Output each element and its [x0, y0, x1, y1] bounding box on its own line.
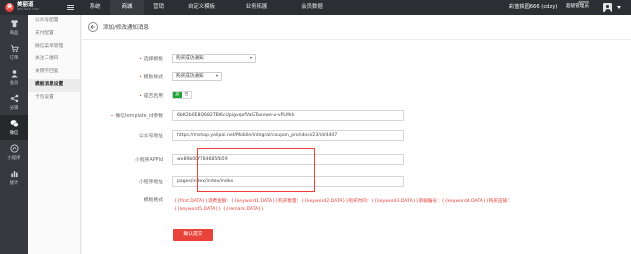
- sidebar-item-members[interactable]: 会员: [0, 65, 28, 90]
- public-url-input[interactable]: https://mshop.yolipai.net/Mobile/integra…: [172, 129, 404, 141]
- nav-item-member-data[interactable]: 会员数据: [283, 0, 341, 15]
- submenu-item-public-account-config[interactable]: 公众号配置: [28, 15, 80, 28]
- form-row-template-id: • 微信template_id参数 6bK2b0E8Q682TBl6cUpigvq…: [82, 108, 631, 122]
- logo-mark-icon: 美: [5, 3, 14, 12]
- page-header: 添加/修改通知消息: [82, 15, 631, 40]
- submenu-item-follow-qrcode[interactable]: 关注二维码: [28, 53, 80, 66]
- admin-role: 超级管理员: [566, 4, 589, 10]
- required-mark: •: [139, 56, 142, 62]
- sidebar-item-wechat-label: 微信: [9, 130, 19, 136]
- submenu-item-template-message[interactable]: 模板消息设置: [28, 78, 80, 92]
- sidebar-item-orders-label: 订单: [9, 55, 19, 61]
- arrow-left-icon: [90, 24, 95, 30]
- enabled-off-option[interactable]: 否: [181, 92, 191, 98]
- module-sidebar: 商品 订单 会员 分销 微信 小程序 统计: [0, 15, 28, 254]
- form-row-template: • 选择模板 购买成功通知: [82, 51, 631, 65]
- nav-item-custom-template[interactable]: 自定义模板: [173, 0, 230, 15]
- required-mark: •: [110, 113, 114, 119]
- public-url-label: 公众号地址: [139, 133, 163, 139]
- style-select-value: 购买成功通知: [176, 74, 204, 79]
- style-label: 模板样式: [143, 74, 163, 80]
- nav-item-system[interactable]: 系统: [80, 0, 110, 15]
- mini-url-label: 小程序地址: [139, 179, 163, 185]
- enabled-on-option[interactable]: 是: [173, 92, 182, 98]
- nav-item-mall[interactable]: 商城: [110, 0, 144, 15]
- form-row-style: • 模板样式 购买成功通知: [82, 69, 631, 83]
- submenu-item-wechat-menu[interactable]: 微信菜单管理: [28, 41, 80, 54]
- sidebar-item-statistics-label: 统计: [9, 180, 19, 186]
- mini-program-icon: [9, 144, 19, 153]
- cart-icon: [10, 45, 19, 53]
- sidebar-item-mini-program-label: 小程序: [7, 155, 21, 161]
- admin-info[interactable]: admin 超级管理员: [566, 0, 589, 10]
- nav-item-business[interactable]: 业务拓展: [230, 0, 283, 15]
- template-id-input[interactable]: 6bK2b0E8Q682TBl6cUpigvqxfVaGTaxvwe-u-vPL…: [172, 109, 404, 121]
- back-button[interactable]: [88, 22, 98, 32]
- template-label: 选择模板: [143, 56, 163, 62]
- required-mark: •: [139, 93, 142, 99]
- form-row-mini-url: 小程序地址 pages/index/index/index: [82, 174, 631, 188]
- sidebar-item-goods[interactable]: 商品: [0, 15, 28, 40]
- highlight-box: [197, 148, 315, 192]
- chevron-down-icon: [216, 75, 218, 77]
- form-row-mini-appid: 小程序APPId wx89b00f784685fb59: [82, 152, 631, 166]
- form-row-public-url: 公众号地址 https://mshop.yolipai.net/Mobile/i…: [82, 128, 631, 142]
- enabled-label: 是否启用: [143, 93, 163, 99]
- nav-item-marketing[interactable]: 营销: [144, 0, 173, 15]
- logo[interactable]: 美 美丽道 MEILIDAO.COM: [0, 0, 62, 15]
- mini-appid-label: 小程序APPId: [135, 157, 163, 163]
- sidebar-item-orders[interactable]: 订单: [0, 40, 28, 65]
- template-select-value: 购买成功通知: [176, 56, 204, 61]
- menu-toggle-icon[interactable]: [67, 0, 76, 15]
- submenu-item-keyword-reply[interactable]: 关键字回复: [28, 66, 80, 79]
- template-select[interactable]: 购买成功通知: [172, 53, 256, 63]
- submenu-item-card-settings[interactable]: 卡包设置: [28, 92, 80, 105]
- sidebar-item-members-label: 会员: [9, 80, 19, 86]
- logo-subtitle: MEILIDAO.COM: [17, 8, 39, 12]
- wechat-icon: [10, 120, 19, 128]
- main-content: 添加/修改通知消息 • 选择模板 购买成功通知 • 模板样式 购买成功通知 • 是否启…: [82, 15, 631, 254]
- chevron-down-icon: [250, 57, 252, 59]
- submenu-item-payment-config[interactable]: 支付配置: [28, 28, 80, 41]
- page-title: 添加/修改通知消息: [103, 25, 149, 31]
- sidebar-item-distribution[interactable]: 分销: [0, 90, 28, 115]
- avatar-icon[interactable]: [603, 3, 612, 12]
- sidebar-item-distribution-label: 分销: [9, 105, 19, 111]
- format-label: 模板格式: [143, 198, 163, 203]
- submit-button[interactable]: 确认提交: [173, 229, 213, 241]
- required-mark: •: [139, 74, 142, 80]
- template-id-label: 微信template_id参数: [115, 113, 163, 119]
- enabled-toggle[interactable]: 是 否: [172, 91, 192, 99]
- chart-icon: [10, 171, 18, 178]
- user-icon: [10, 70, 18, 78]
- wechat-submenu: 公众号配置 支付配置 微信菜单管理 关注二维码 关键字回复 模板消息设置 卡包设…: [28, 15, 81, 254]
- template-format-text: {{first.DATA}}消费金额：{{keyword1.DATA}}购买数量…: [174, 199, 512, 212]
- share-icon: [10, 95, 18, 103]
- form-row-enabled: • 是否启用 是 否: [82, 88, 631, 102]
- sidebar-item-wechat[interactable]: 微信: [0, 115, 28, 140]
- sidebar-item-mini-program[interactable]: 小程序: [0, 140, 28, 165]
- caret-down-icon[interactable]: [617, 6, 621, 9]
- main-navigation: 系统 商城 营销 自定义模板 业务拓展 会员数据: [80, 0, 341, 15]
- shirt-icon: [10, 20, 18, 28]
- style-select[interactable]: 购买成功通知: [172, 71, 222, 81]
- sidebar-item-goods-label: 商品: [9, 30, 19, 36]
- top-navigation-bar: 美 美丽道 MEILIDAO.COM 系统 商城 营销 自定义模板 业务拓展 会…: [0, 0, 631, 15]
- sidebar-item-statistics[interactable]: 统计: [0, 165, 28, 190]
- account-name[interactable]: 彩蓝铁园666 (cdzy): [509, 0, 557, 15]
